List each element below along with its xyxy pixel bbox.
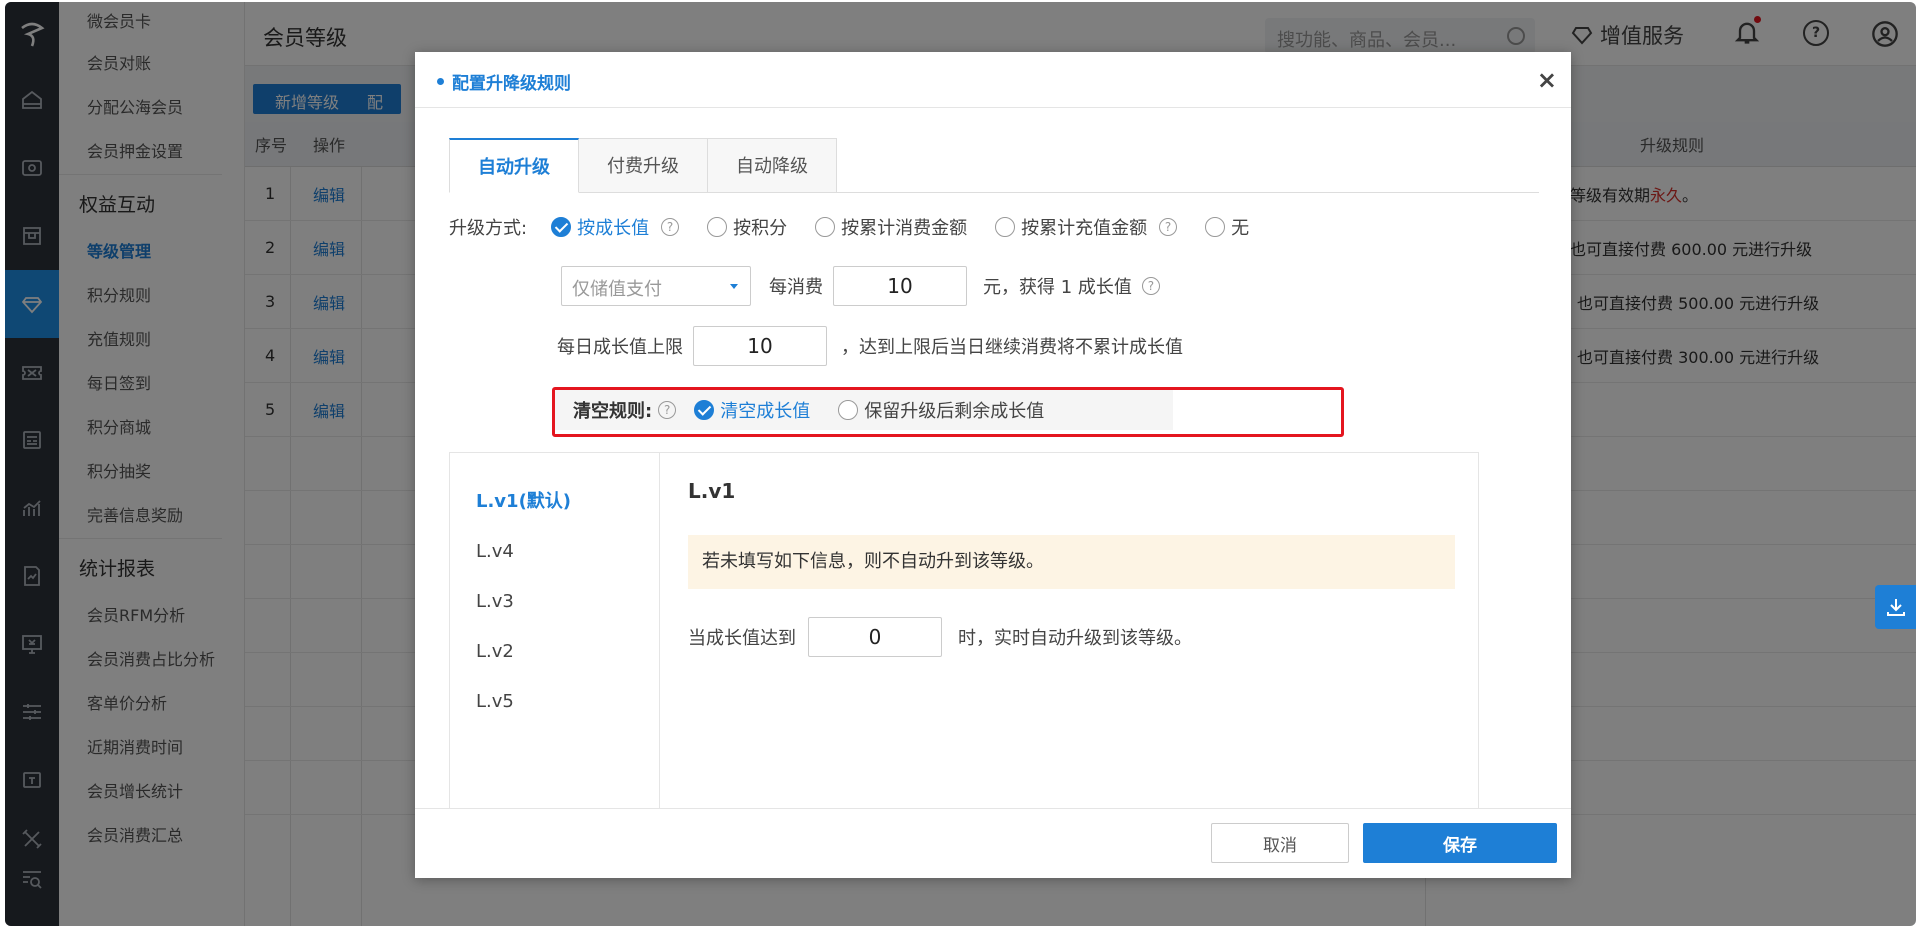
level-item[interactable]: L.v1(默认) xyxy=(450,477,659,527)
level-list: L.v1(默认) L.v4 L.v3 L.v2 L.v5 xyxy=(450,453,660,831)
method-spend-radio[interactable]: 按累计消费金额 xyxy=(815,214,967,240)
reach-label: 当成长值达到 xyxy=(688,628,796,649)
help-icon[interactable]: ? xyxy=(1159,218,1178,236)
daily-cap-row: 每日成长值上限 10 ，达到上限后当日继续消费将不累计成长值 xyxy=(557,326,1183,366)
tab-auto-downgrade[interactable]: 自动降级 xyxy=(708,138,837,193)
level-config-panel: L.v1(默认) L.v4 L.v3 L.v2 L.v5 L.v1 若未填写如下… xyxy=(449,452,1479,832)
download-icon[interactable] xyxy=(1875,585,1916,629)
method-recharge-radio[interactable]: 按累计充值金额? xyxy=(995,214,1178,240)
chevron-down-icon xyxy=(730,284,738,289)
notice-banner: 若未填写如下信息，则不自动升到该等级。 xyxy=(688,535,1455,589)
dialog-footer: 取消 保存 xyxy=(415,808,1571,878)
upgrade-rule-dialog: 配置升降级规则 × 自动升级 付费升级 自动降级 升级方式: 按成长值? 按积分… xyxy=(415,52,1571,878)
daily-cap-input[interactable]: 10 xyxy=(693,326,827,366)
help-icon[interactable]: ? xyxy=(661,218,680,236)
upgrade-method-row: 升级方式: 按成长值? 按积分 按累计消费金额 按累计充值金额? 无 xyxy=(449,214,1277,240)
save-button[interactable]: 保存 xyxy=(1363,823,1557,863)
level-title: L.v1 xyxy=(688,479,736,503)
method-points-radio[interactable]: 按积分 xyxy=(707,214,787,240)
title-dot xyxy=(437,78,444,85)
tab-paid-upgrade[interactable]: 付费升级 xyxy=(579,138,708,193)
method-none-radio[interactable]: 无 xyxy=(1205,214,1249,240)
per-spend-label: 每消费 xyxy=(769,277,823,298)
level-item[interactable]: L.v2 xyxy=(450,627,659,677)
pay-type-select[interactable]: 仅储值支付 xyxy=(561,266,751,306)
method-label: 升级方式: xyxy=(449,218,528,239)
cancel-button[interactable]: 取消 xyxy=(1211,823,1349,863)
app-frame: 微会员卡 会员对账 分配公海会员 会员押金设置 权益互动 等级管理 积分规则 充… xyxy=(5,2,1916,926)
spend-rule-row: 仅储值支付 每消费 10 元，获得 1 成长值 ? xyxy=(561,266,1160,306)
reach-row: 当成长值达到 0 时，实时自动升级到该等级。 xyxy=(688,617,1192,657)
close-icon[interactable]: × xyxy=(1537,66,1557,94)
help-icon[interactable]: ? xyxy=(1141,277,1160,295)
daily-cap-label: 每日成长值上限 xyxy=(557,337,683,358)
level-item[interactable]: L.v4 xyxy=(450,527,659,577)
dialog-title: 配置升降级规则 xyxy=(437,69,571,94)
reach-input[interactable]: 0 xyxy=(808,617,942,657)
daily-cap-note: ，达到上限后当日继续消费将不累计成长值 xyxy=(841,337,1183,358)
method-growth-radio[interactable]: 按成长值? xyxy=(551,214,680,240)
rule-tabs: 自动升级 付费升级 自动降级 xyxy=(449,138,1539,193)
level-item[interactable]: L.v3 xyxy=(450,577,659,627)
per-spend-input[interactable]: 10 xyxy=(833,266,967,306)
reach-suffix: 时，实时自动升级到该等级。 xyxy=(958,628,1192,649)
dialog-title-text: 配置升降级规则 xyxy=(452,74,571,94)
highlight-box xyxy=(552,387,1344,437)
tab-auto-upgrade[interactable]: 自动升级 xyxy=(449,138,579,193)
level-item[interactable]: L.v5 xyxy=(450,677,659,727)
gain-label: 元，获得 1 成长值 xyxy=(983,277,1132,298)
